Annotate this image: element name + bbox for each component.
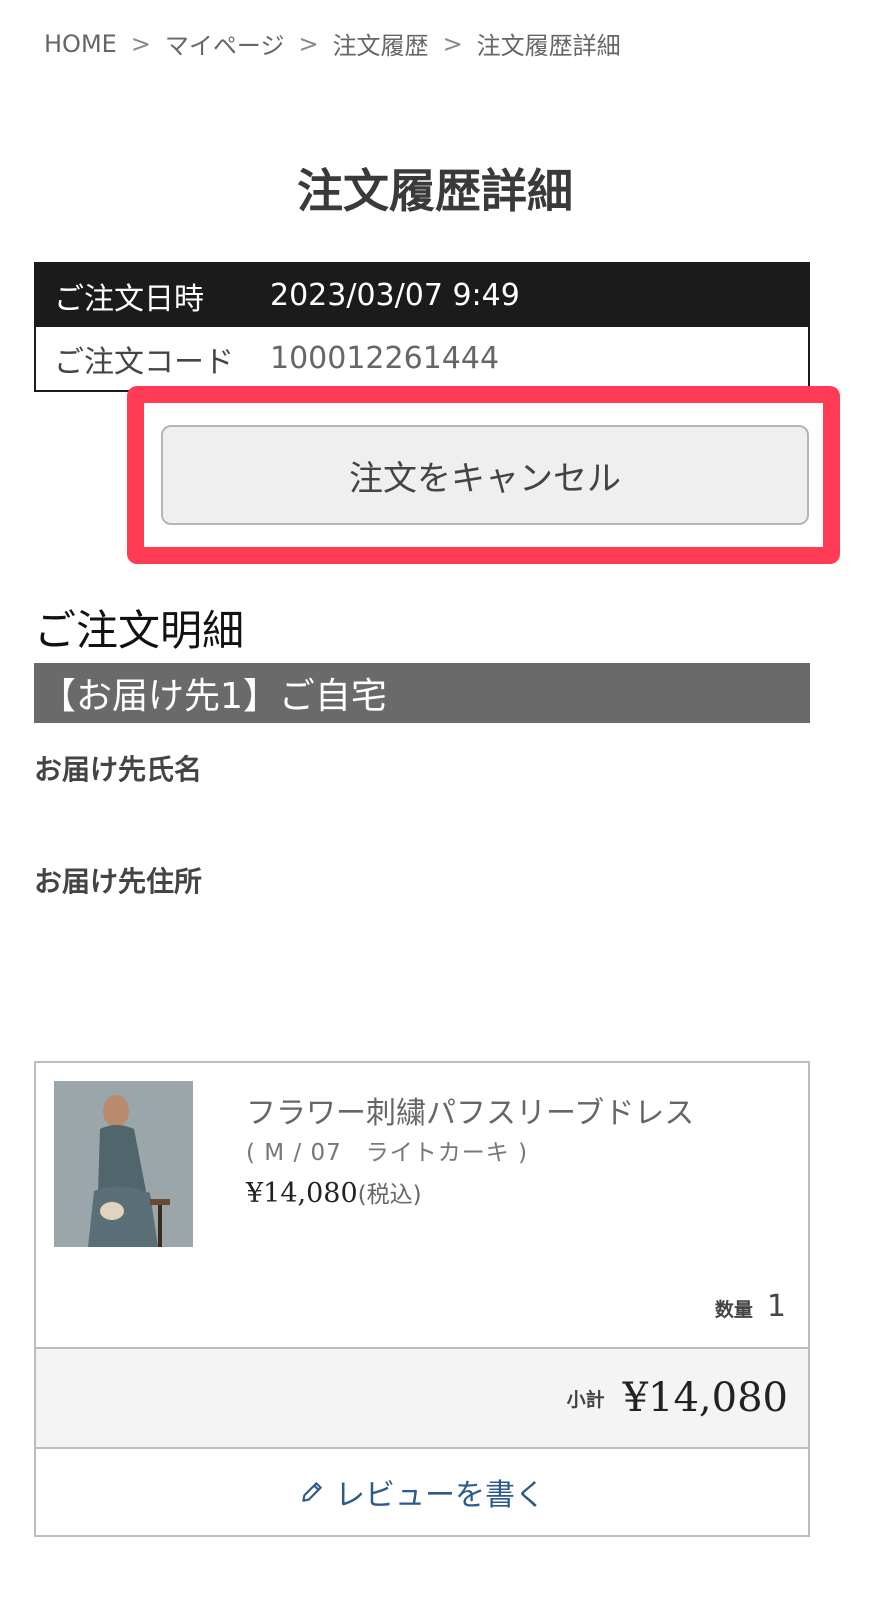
order-details-title: ご注文明細 xyxy=(34,606,245,655)
product-card: フラワー刺繍パフスリーブドレス ( M / 07 ライトカーキ ) ¥14,08… xyxy=(34,1061,810,1537)
breadcrumb-home[interactable]: HOME xyxy=(44,30,117,58)
product-tax-note: (税込) xyxy=(357,1182,422,1208)
breadcrumb-mypage[interactable]: マイページ xyxy=(165,26,285,61)
subtotal-label: 小計 xyxy=(566,1388,605,1411)
breadcrumb: HOME > マイページ > 注文履歴 > 注文履歴詳細 xyxy=(44,26,621,61)
breadcrumb-separator: > xyxy=(442,29,463,58)
page-title: 注文履歴詳細 xyxy=(297,164,573,218)
cancel-order-button[interactable]: 注文をキャンセル xyxy=(161,425,809,525)
order-date-row: ご注文日時 2023/03/07 9:49 xyxy=(36,264,808,327)
breadcrumb-order-history[interactable]: 注文履歴 xyxy=(333,26,429,61)
write-review-label: レビューを書く xyxy=(335,1478,545,1513)
order-code-row: ご注文コード 100012261444 xyxy=(36,327,808,390)
destination-header: 【お届け先1】ご自宅 xyxy=(34,663,810,723)
product-price: ¥14,080(税込) xyxy=(246,1175,422,1209)
order-code-label: ご注文コード xyxy=(54,344,234,380)
breadcrumb-current: 注文履歴詳細 xyxy=(476,32,621,60)
breadcrumb-separator: > xyxy=(298,29,319,58)
recipient-address-label: お届け先住所 xyxy=(34,865,203,898)
order-code-value: 100012261444 xyxy=(270,341,500,376)
product-image[interactable] xyxy=(54,1081,193,1247)
dress-photo-illustration xyxy=(54,1081,193,1247)
product-variant: ( M / 07 ライトカーキ ) xyxy=(246,1140,529,1166)
order-date-label: ご注文日時 xyxy=(54,281,204,317)
product-name[interactable]: フラワー刺繍パフスリーブドレス xyxy=(246,1088,694,1132)
subtotal-value: ¥14,080 xyxy=(622,1375,788,1421)
product-price-value: ¥14,080 xyxy=(246,1178,358,1209)
order-date-value: 2023/03/07 9:49 xyxy=(270,278,520,313)
breadcrumb-separator: > xyxy=(130,29,151,58)
recipient-name-label: お届け先氏名 xyxy=(34,753,203,786)
quantity-label: 数量 xyxy=(714,1299,753,1321)
quantity-value: 1 xyxy=(766,1289,786,1324)
pencil-icon xyxy=(302,1482,322,1502)
write-review-link[interactable]: レビューを書く xyxy=(36,1449,808,1535)
subtotal-row: 小計 ¥14,080 xyxy=(36,1347,808,1449)
order-info-table: ご注文日時 2023/03/07 9:49 ご注文コード 10001226144… xyxy=(34,262,810,392)
quantity: 数量 1 xyxy=(715,1289,786,1324)
